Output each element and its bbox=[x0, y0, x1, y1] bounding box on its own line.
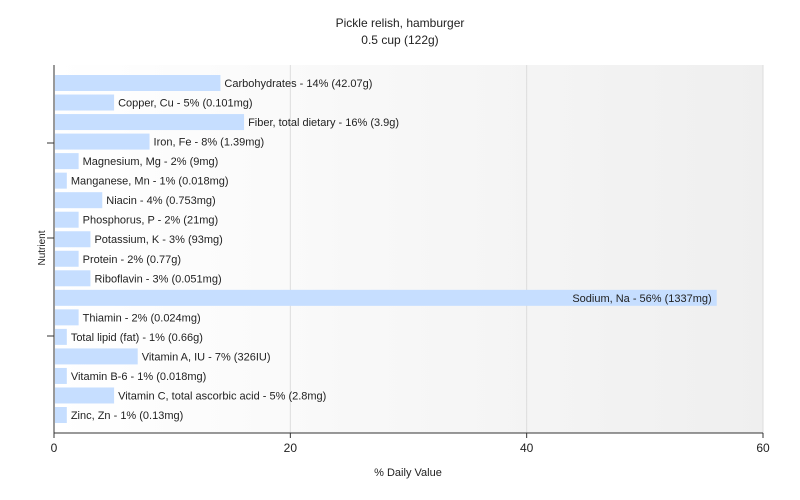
bar bbox=[55, 133, 150, 150]
bar-label: Vitamin B-6 - 1% (0.018mg) bbox=[71, 371, 207, 383]
bar-label: Phosphorus, P - 2% (21mg) bbox=[83, 215, 219, 227]
bar bbox=[55, 114, 245, 131]
bar-label: Riboflavin - 3% (0.051mg) bbox=[94, 273, 221, 285]
bar bbox=[55, 211, 79, 228]
bar bbox=[55, 172, 67, 189]
bar bbox=[55, 348, 138, 365]
x-axis-label: % Daily Value bbox=[374, 467, 442, 479]
bar-label: Potassium, K - 3% (93mg) bbox=[94, 234, 222, 246]
bar bbox=[55, 270, 91, 287]
bar-label: Manganese, Mn - 1% (0.018mg) bbox=[71, 176, 229, 188]
bar-label: Vitamin C, total ascorbic acid - 5% (2.8… bbox=[118, 390, 326, 402]
bar bbox=[55, 407, 67, 424]
bar bbox=[55, 231, 91, 248]
bar-label: Sodium, Na - 56% (1337mg) bbox=[572, 293, 711, 305]
bar-chart: Carbohydrates - 14% (42.07g) Copper, Cu -… bbox=[37, 65, 770, 479]
bar bbox=[55, 367, 67, 384]
x-tick-label: 0 bbox=[51, 441, 58, 455]
bar bbox=[55, 250, 79, 267]
x-tick-label: 20 bbox=[284, 441, 298, 455]
bar bbox=[55, 192, 103, 209]
x-tick-label: 40 bbox=[520, 441, 534, 455]
bar-label: Copper, Cu - 5% (0.101mg) bbox=[118, 98, 253, 110]
bar bbox=[55, 309, 79, 326]
bar-label: Carbohydrates - 14% (42.07g) bbox=[224, 78, 372, 90]
bar bbox=[55, 328, 67, 345]
bar-label: Protein - 2% (0.77g) bbox=[83, 254, 181, 266]
bar-label: Total lipid (fat) - 1% (0.66g) bbox=[71, 332, 203, 344]
bar-label: Niacin - 4% (0.753mg) bbox=[106, 195, 215, 207]
bar bbox=[55, 153, 79, 170]
bar-label: Magnesium, Mg - 2% (9mg) bbox=[83, 156, 219, 168]
bar bbox=[55, 94, 115, 111]
bar bbox=[55, 387, 115, 404]
bar-label: Fiber, total dietary - 16% (3.9g) bbox=[248, 117, 399, 129]
x-tick-label: 60 bbox=[756, 441, 770, 455]
y-axis-label: Nutrient bbox=[37, 230, 48, 265]
bar-label: Zinc, Zn - 1% (0.13mg) bbox=[71, 410, 183, 422]
bar-label: Thiamin - 2% (0.024mg) bbox=[83, 312, 201, 324]
bar-label: Vitamin A, IU - 7% (326IU) bbox=[142, 351, 271, 363]
bar bbox=[55, 75, 221, 91]
bar-label: Iron, Fe - 8% (1.39mg) bbox=[154, 137, 265, 149]
